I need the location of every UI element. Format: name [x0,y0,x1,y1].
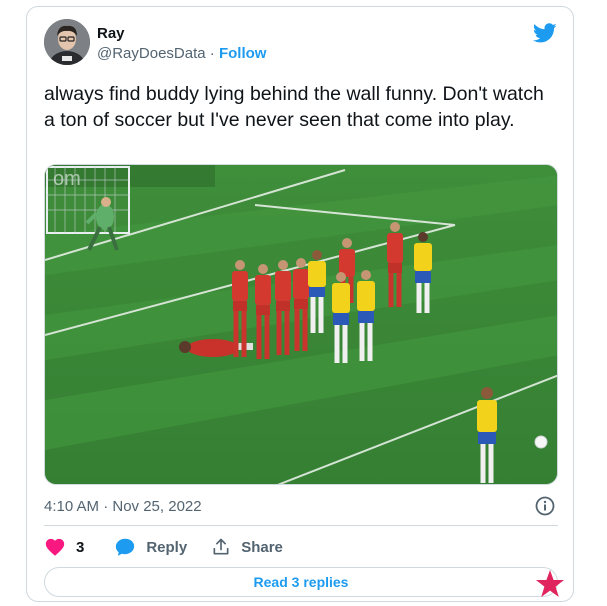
read-replies-button[interactable]: Read 3 replies [44,567,558,597]
svg-text:om: om [53,168,81,190]
star-icon [536,570,564,597]
avatar-image [44,19,90,65]
tweet-text: always find buddy lying behind the wall … [44,83,544,131]
reply-button[interactable]: Reply [114,536,187,558]
reply-bubble-icon [116,538,135,556]
tweet-timestamp[interactable]: 4:10 AM · Nov 25, 2022 [44,498,202,515]
author-name[interactable]: Ray [97,25,125,42]
tweet-media-image[interactable]: om [44,164,558,485]
twitter-bird-icon[interactable] [533,21,557,45]
soccer-free-kick-image: om [45,165,557,484]
author-handle[interactable]: @RayDoesData [97,45,206,62]
handle-row: @RayDoesData · Follow [97,45,266,62]
share-button[interactable]: Share [211,537,283,557]
action-bar: 3 Reply Share [44,534,283,560]
follow-button[interactable]: Follow [219,45,267,62]
info-icon[interactable] [534,495,556,517]
share-icon [213,538,229,555]
divider [44,525,558,526]
avatar[interactable] [44,19,90,65]
reply-label: Reply [146,538,188,556]
like-button[interactable]: 3 [44,536,84,558]
heart-icon [45,538,65,556]
separator: · [205,45,219,62]
tweet-card: Ray @RayDoesData · Follow always find bu… [26,6,574,602]
like-count: 3 [76,538,85,556]
share-label: Share [241,538,283,556]
